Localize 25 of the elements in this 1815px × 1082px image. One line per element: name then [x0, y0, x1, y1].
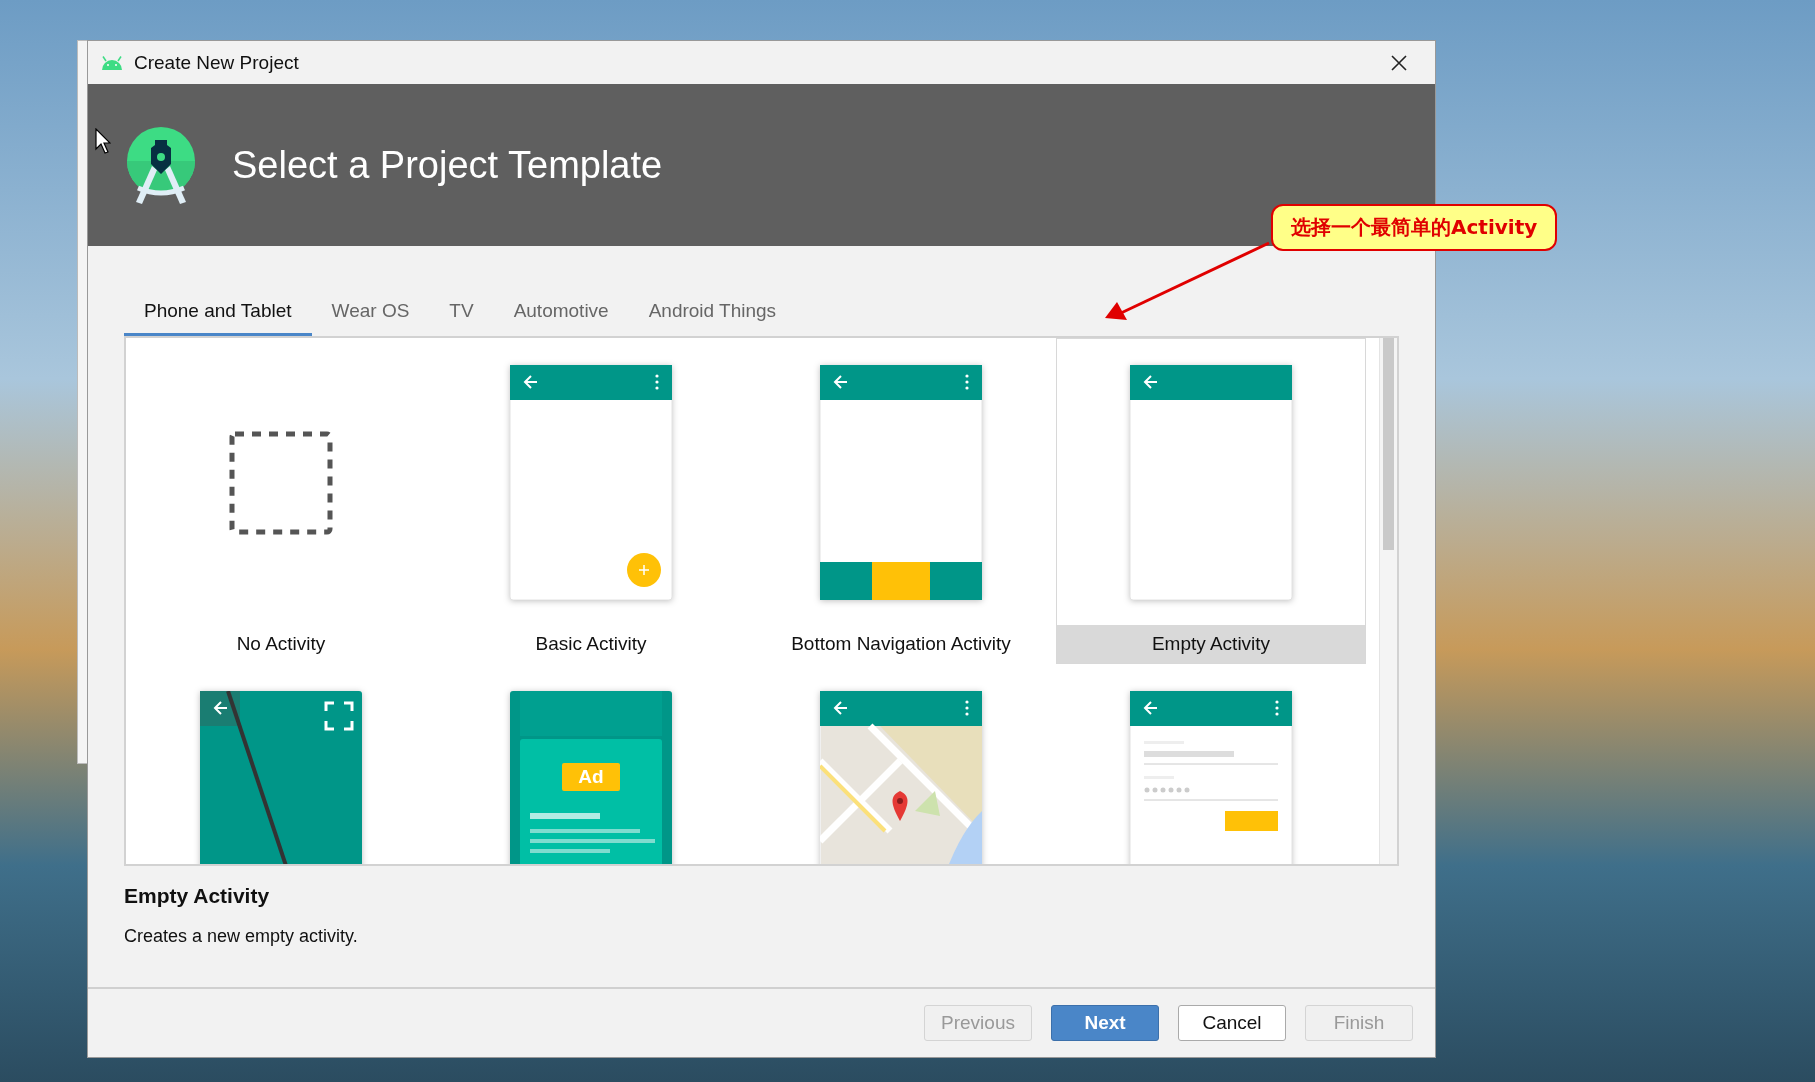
dialog-button[interactable]: Next: [1051, 1005, 1159, 1041]
mouse-cursor-icon: [95, 128, 111, 154]
template-card[interactable]: No Activity: [126, 338, 436, 664]
template-name: No Activity: [235, 632, 327, 656]
tab[interactable]: Wear OS: [311, 290, 430, 336]
tab[interactable]: Android Things: [628, 290, 797, 336]
tab[interactable]: Automotive: [493, 290, 629, 336]
template-name: Bottom Navigation Activity: [790, 632, 1012, 656]
tab[interactable]: TV: [429, 290, 494, 336]
template-card[interactable]: Empty Activity: [1056, 338, 1366, 664]
scrollbar-thumb[interactable]: [1383, 338, 1394, 550]
android-icon: [100, 55, 124, 70]
template-description: Creates a new empty activity.: [124, 926, 359, 947]
window-title: Create New Project: [134, 51, 299, 74]
annotation-callout: 选择一个最简单的Activity: [1271, 204, 1558, 251]
template-name: Basic Activity: [534, 632, 648, 656]
template-card[interactable]: Basic Activity: [436, 338, 746, 664]
template-title: Empty Activity: [124, 884, 271, 908]
dialog-button[interactable]: Cancel: [1178, 1005, 1286, 1041]
ad-label: Ad: [577, 765, 605, 789]
close-icon[interactable]: [1391, 54, 1407, 71]
page-heading: Select a Project Template: [232, 143, 663, 187]
compass-logo-icon: [124, 126, 198, 204]
template-card[interactable]: Bottom Navigation Activity: [746, 338, 1056, 664]
template-name: Empty Activity: [1057, 625, 1365, 663]
